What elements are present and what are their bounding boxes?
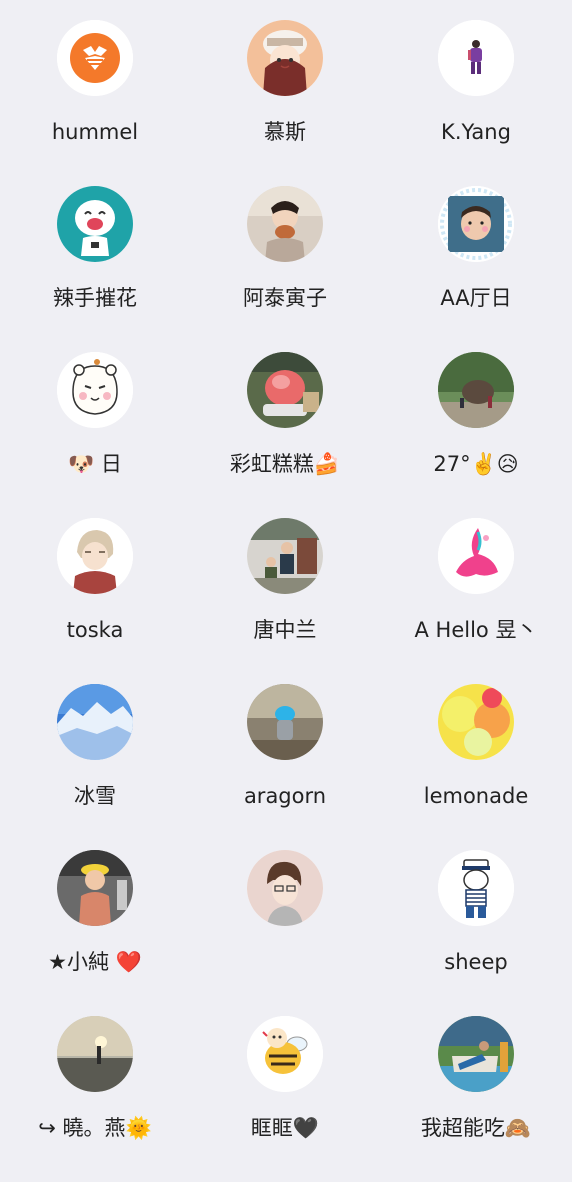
sunset-beach-photo[interactable] [57, 1016, 133, 1092]
shaved-ice-photo[interactable] [247, 352, 323, 428]
cartoon-girl-avatar[interactable] [247, 20, 323, 96]
contact-cell[interactable]: 辣手摧花 [0, 186, 190, 352]
girl-yellow-hat-photo[interactable] [57, 850, 133, 926]
contact-name: 阿泰寅子 [243, 286, 327, 310]
child-eating-photo[interactable] [247, 186, 323, 262]
contact-cell[interactable]: aragorn [190, 684, 380, 850]
boy-glasses-illustration[interactable] [247, 850, 323, 926]
contact-cell[interactable]: A Hello 昱丶 [380, 518, 572, 684]
contact-cell[interactable]: hummel [0, 20, 190, 186]
contact-name: sheep [444, 950, 508, 974]
contact-cell[interactable]: 冰雪 [0, 684, 190, 850]
contact-name: hummel [51, 120, 139, 144]
contact-cell[interactable]: 🐶 日 [0, 352, 190, 518]
contact-name: 彩虹糕糕🍰 [229, 452, 341, 476]
contact-name: aragorn [243, 784, 327, 808]
contact-cell[interactable]: K.Yang [380, 20, 572, 186]
contact-cell[interactable]: 慕斯 [190, 20, 380, 186]
contact-cell[interactable] [190, 850, 380, 1016]
white-bear-sticker-avatar[interactable] [57, 352, 133, 428]
contact-name: A Hello 昱丶 [414, 618, 538, 642]
family-photo-avatar[interactable] [247, 518, 323, 594]
contact-name: 唐中兰 [253, 618, 317, 642]
man-reclining-photo[interactable] [438, 1016, 514, 1092]
contact-cell[interactable]: 我超能吃🙈 [380, 1016, 572, 1182]
contact-name: 辣手摧花 [53, 286, 137, 310]
contact-name: 眶眶🖤 [250, 1116, 320, 1140]
child-blue-hat-photo[interactable] [247, 684, 323, 760]
contact-name: ↪ 曉。燕🌞 [38, 1116, 152, 1140]
contact-cell[interactable]: 眶眶🖤 [190, 1016, 380, 1182]
contact-name: 冰雪 [74, 784, 116, 808]
contact-cell[interactable]: 彩虹糕糕🍰 [190, 352, 380, 518]
contact-name: K.Yang [441, 120, 511, 144]
anime-boy-avatar[interactable] [57, 518, 133, 594]
contact-cell[interactable]: 27°✌️😥 [380, 352, 572, 518]
contact-cell[interactable]: 阿泰寅子 [190, 186, 380, 352]
snowy-mountain-photo[interactable] [57, 684, 133, 760]
laughing-cartoon-avatar[interactable] [57, 186, 133, 262]
contact-cell[interactable]: ↪ 曉。燕🌞 [0, 1016, 190, 1182]
hummel-bee-logo-icon[interactable] [57, 20, 133, 96]
contact-cell[interactable]: ★小純 ❤️ [0, 850, 190, 1016]
contact-name: 慕斯 [264, 120, 306, 144]
contact-name: ★小純 ❤️ [48, 950, 142, 974]
contact-name: AA厅日 [440, 286, 512, 310]
small-figure-avatar[interactable] [438, 20, 514, 96]
cartoon-bee-avatar[interactable] [247, 1016, 323, 1092]
contact-cell[interactable]: sheep [380, 850, 572, 1016]
contact-cell[interactable]: 唐中兰 [190, 518, 380, 684]
outdoor-scene-photo[interactable] [438, 352, 514, 428]
sailor-cat-sticker[interactable] [438, 850, 514, 926]
pink-ink-avatar[interactable] [438, 518, 514, 594]
contact-cell[interactable]: toska [0, 518, 190, 684]
contact-grid: hummel 慕斯 K.Yang 辣手摧花 阿泰寅子 AA厅日 🐶 日 彩虹糕糕… [0, 20, 572, 1182]
baby-photo-avatar[interactable] [438, 186, 514, 262]
contact-cell[interactable]: lemonade [380, 684, 572, 850]
contact-name: lemonade [423, 784, 529, 808]
lemon-slices-photo[interactable] [438, 684, 514, 760]
contact-name: 我超能吃🙈 [420, 1116, 532, 1140]
contact-name: toska [66, 618, 124, 642]
contact-cell[interactable]: AA厅日 [380, 186, 572, 352]
contact-name: 🐶 日 [68, 452, 122, 476]
contact-name: 27°✌️😥 [433, 452, 519, 476]
